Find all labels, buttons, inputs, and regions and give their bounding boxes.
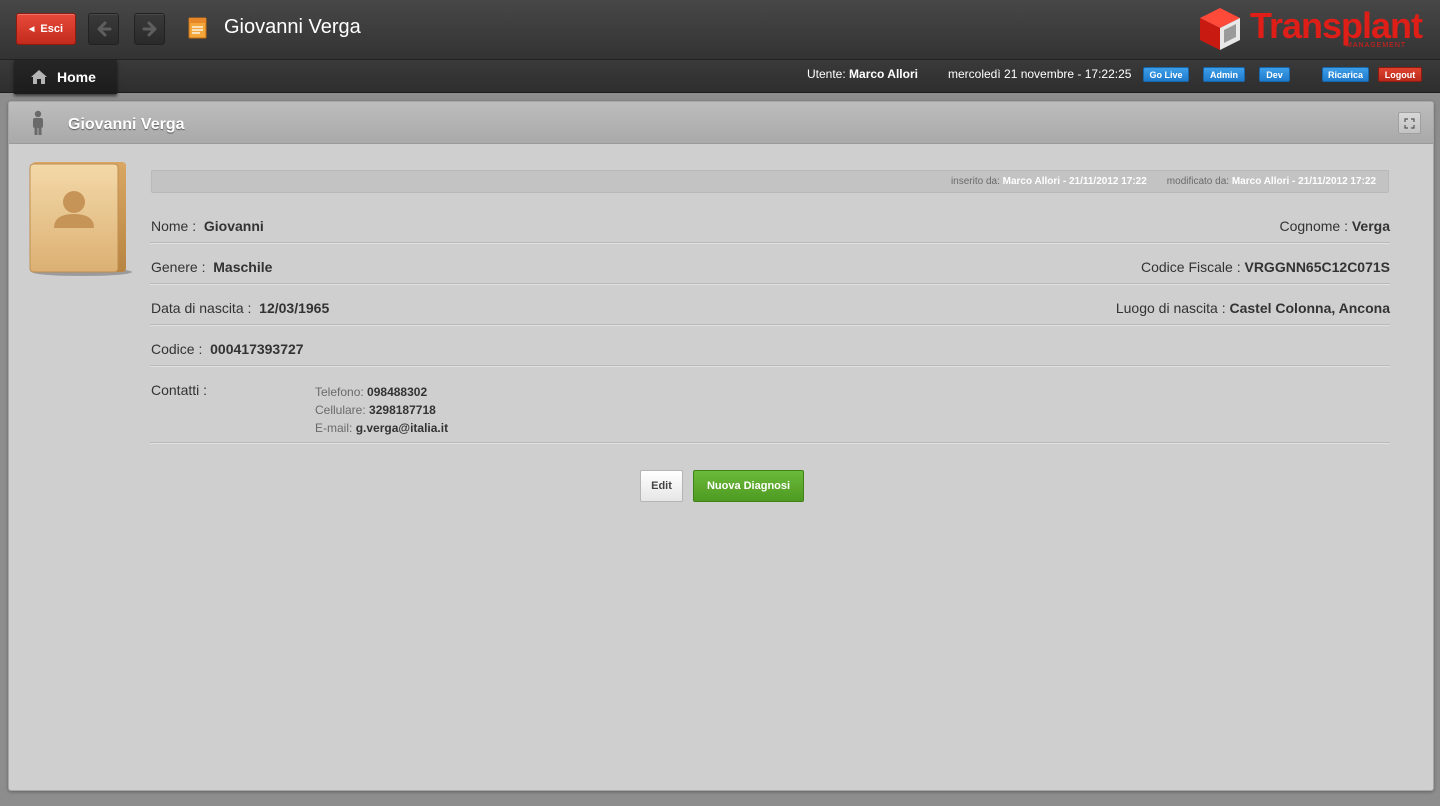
home-tab[interactable]: Home (14, 60, 117, 94)
panel-title: Giovanni Verga (68, 116, 185, 133)
back-button[interactable] (88, 13, 119, 45)
inserted-label: inserito da: (950, 176, 1000, 187)
reload-button[interactable]: Ricarica (1322, 67, 1369, 82)
user-info: Utente: Marco Allori (807, 67, 918, 81)
gender-value: Maschile (213, 259, 273, 275)
tax-code-value: VRGGNN65C12C071S (1244, 259, 1390, 275)
birth-date-value: 12/03/1965 (259, 300, 330, 316)
home-icon (31, 70, 47, 84)
page-title: Giovanni Verga (224, 16, 361, 38)
detail-row: Data di nascita : 12/03/1965 Luogo di na… (150, 284, 1390, 325)
mobile-item: Cellulare: 3298187718 (315, 403, 436, 417)
code-field: Codice : 000417393727 (151, 341, 304, 357)
patient-panel: Giovanni Verga inserito da: Marco Allori… (8, 101, 1434, 791)
birth-date-field: Data di nascita : 12/03/1965 (151, 300, 330, 316)
edit-button[interactable]: Edit (640, 470, 683, 502)
current-datetime: mercoledì 21 novembre - 17:22:25 (948, 67, 1132, 81)
user-label: Utente: (807, 67, 846, 81)
expand-button[interactable] (1398, 112, 1421, 134)
birth-place-value: Castel Colonna, Ancona (1229, 300, 1390, 316)
first-name-field: Nome : Giovanni (151, 218, 264, 234)
last-name-value: Verga (1351, 218, 1390, 234)
exit-button-label: Esci (40, 23, 64, 35)
phone-value: 098488302 (367, 385, 428, 399)
mobile-value: 3298187718 (369, 403, 436, 417)
code-value: 000417393727 (210, 341, 304, 357)
caret-left-icon: ◀ (28, 26, 35, 33)
tax-code-field: Codice Fiscale : VRGGNN65C12C071S (1141, 259, 1390, 275)
go-live-button[interactable]: Go Live (1143, 67, 1189, 82)
arrow-left-icon (97, 21, 111, 37)
birth-place-field: Luogo di nascita : Castel Colonna, Ancon… (1115, 300, 1390, 316)
modified-value: Marco Allori - 21/11/2012 17:22 (1231, 176, 1376, 187)
forward-button[interactable] (134, 13, 165, 45)
expand-icon (1404, 117, 1415, 129)
modified-label: modificato da: (1166, 176, 1230, 187)
exit-button[interactable]: ◀ Esci (16, 13, 76, 45)
logo-subtitle: MANAGEMENT (1346, 42, 1407, 49)
arrow-right-icon (142, 21, 156, 37)
first-name-value: Giovanni (203, 218, 264, 234)
audit-info-bar: inserito da: Marco Allori - 21/11/2012 1… (151, 170, 1389, 193)
phone-item: Telefono: 098488302 (315, 385, 428, 399)
last-name-field: Cognome : Verga (1279, 218, 1390, 234)
person-icon (33, 110, 43, 135)
panel-header: Giovanni Verga (9, 102, 1433, 144)
contacts-row: Contatti : Telefono: 098488302 Cellulare… (150, 366, 1390, 443)
detail-row: Codice : 000417393727 (150, 325, 1390, 366)
app-logo: Transplant MANAGEMENT (1198, 5, 1430, 54)
contacts-label: Contatti : (151, 382, 208, 398)
detail-row: Nome : Giovanni Cognome : Verga (150, 202, 1390, 243)
home-tab-label: Home (57, 69, 96, 85)
admin-button[interactable]: Admin (1203, 67, 1245, 82)
dev-button[interactable]: Dev (1259, 67, 1290, 82)
email-item: E-mail: g.verga@italia.it (315, 421, 449, 435)
new-diagnosis-button[interactable]: Nuova Diagnosi (693, 470, 804, 502)
top-bar: ◀ Esci Giovanni Verga Transplant MANAGEM… (0, 0, 1440, 60)
cube-logo-icon (1200, 8, 1240, 50)
inserted-value: Marco Allori - 21/11/2012 17:22 (1002, 176, 1147, 187)
patient-folder-icon (29, 162, 132, 276)
contacts-list: Telefono: 098488302 Cellulare: 329818771… (315, 383, 448, 437)
document-icon (188, 17, 207, 39)
email-value[interactable]: g.verga@italia.it (356, 421, 448, 435)
detail-row: Genere : Maschile Codice Fiscale : VRGGN… (150, 243, 1390, 284)
gender-field: Genere : Maschile (151, 259, 273, 275)
user-name: Marco Allori (849, 67, 918, 81)
logout-button[interactable]: Logout (1378, 67, 1422, 82)
